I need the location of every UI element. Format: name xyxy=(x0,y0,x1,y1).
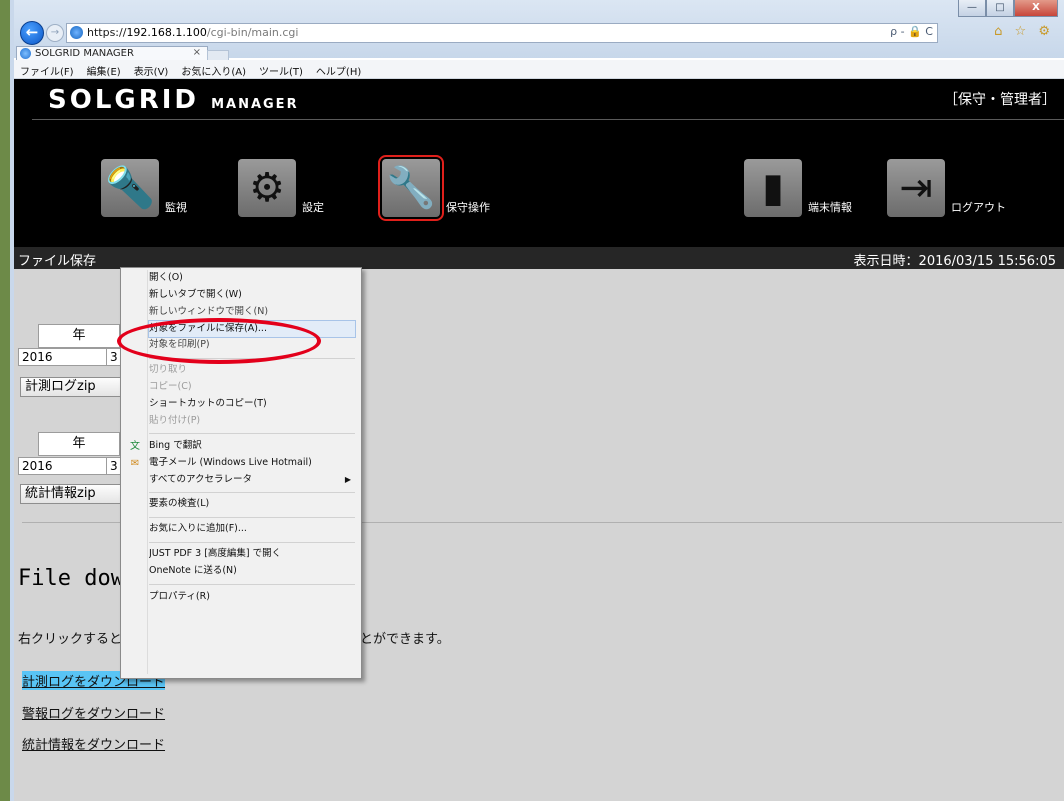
close-window-button[interactable]: X xyxy=(1014,0,1058,17)
navigation-bar: ← → https://192.168.1.100/cgi-bin/main.c… xyxy=(16,20,1064,46)
forward-button[interactable]: → xyxy=(46,24,64,42)
submenu-arrow-icon: ▶ xyxy=(344,475,351,484)
maximize-button[interactable]: □ xyxy=(986,0,1014,17)
ie-page-icon xyxy=(70,26,83,39)
menu-separator xyxy=(149,517,355,518)
address-scheme: https:// xyxy=(87,26,127,39)
address-text: https://192.168.1.100/cgi-bin/main.cgi xyxy=(87,26,298,39)
logo-sub: MANAGER xyxy=(211,97,299,112)
instruction-text: 右クリックすると xyxy=(18,632,123,647)
ctx-bing-translate[interactable]: Bing で翻訳 xyxy=(149,438,355,454)
display-time: 表示日時：2016/03/15 15:56:05 xyxy=(853,254,1056,269)
menu-view[interactable]: 表示(V) xyxy=(128,60,176,78)
tab-favicon-icon xyxy=(20,48,31,59)
ctx-all-accelerators-label: すべてのアクセラレータ xyxy=(149,474,252,485)
window-controls: — □ X xyxy=(958,0,1058,17)
year-input[interactable]: 2016 xyxy=(18,457,107,475)
menu-help[interactable]: ヘルプ(H) xyxy=(310,60,368,78)
nav-monitor-label: 監視 xyxy=(165,201,187,214)
ctx-email[interactable]: 電子メール (Windows Live Hotmail) xyxy=(149,455,355,471)
menu-separator xyxy=(149,542,355,543)
ctx-open[interactable]: 開く(O) xyxy=(149,270,355,286)
page-title: ファイル保存 xyxy=(18,254,97,269)
year-header: 年 xyxy=(38,432,120,456)
nav-maintenance-label: 保守操作 xyxy=(446,201,490,214)
ctx-onenote[interactable]: OneNote に送る(N) xyxy=(149,563,355,579)
statistics-download-link[interactable]: 統計情報をダウンロード xyxy=(22,734,165,753)
flashlight-icon: 🔦 xyxy=(101,159,159,217)
nav-settings-label: 設定 xyxy=(302,201,324,214)
solgrid-logo: SOLGRID MANAGER xyxy=(48,85,299,115)
measure-log-zip-button[interactable]: 計測ログzip xyxy=(20,377,130,397)
nav-terminal-info-label: 端末情報 xyxy=(808,201,852,214)
desktop-edge xyxy=(0,0,14,801)
menu-separator xyxy=(149,433,355,434)
address-bar[interactable]: https://192.168.1.100/cgi-bin/main.cgi ρ… xyxy=(66,23,938,43)
role-label: ［保守・管理者］ xyxy=(944,92,1056,108)
address-search-lock-refresh-icons[interactable]: ρ - 🔒 C xyxy=(890,25,933,38)
menu-file[interactable]: ファイル(F) xyxy=(14,60,81,78)
browser-menu-bar: ファイル(F) 編集(E) 表示(V) お気に入り(A) ツール(T) ヘルプ(… xyxy=(14,60,1064,79)
terminal-device-icon: ▮ xyxy=(744,159,802,217)
statistics-zip-button[interactable]: 統計情報zip xyxy=(20,484,130,504)
wrench-screwdriver-icon: 🔧 xyxy=(378,155,444,221)
menu-edit[interactable]: 編集(E) xyxy=(81,60,128,78)
back-button[interactable]: ← xyxy=(20,21,44,45)
year-input[interactable]: 2016 xyxy=(18,348,107,366)
home-favorites-settings-icons[interactable]: ⌂ ☆ ⚙ xyxy=(994,24,1054,39)
year-header: 年 xyxy=(38,324,120,348)
email-icon: ✉ xyxy=(130,458,140,469)
browser-tab[interactable]: SOLGRID MANAGER × xyxy=(16,46,208,61)
address-path: /cgi-bin/main.cgi xyxy=(206,26,299,39)
alarm-log-download-link[interactable]: 警報ログをダウンロード xyxy=(22,703,165,722)
minimize-button[interactable]: — xyxy=(958,0,986,17)
menu-favorites[interactable]: お気に入り(A) xyxy=(175,60,253,78)
menu-separator xyxy=(149,584,355,585)
ctx-inspect-element[interactable]: 要素の検査(L) xyxy=(149,496,355,512)
page-status-bar: ファイル保存 表示日時：2016/03/15 15:56:05 xyxy=(14,247,1064,269)
logout-door-icon: ⇥ xyxy=(887,159,945,217)
instruction-text-tail: とができます。 xyxy=(360,632,450,647)
ctx-just-pdf[interactable]: JUST PDF 3 [高度編集] で開く xyxy=(149,546,355,562)
ctx-properties[interactable]: プロパティ(R) xyxy=(149,589,355,605)
ctx-open-new-window[interactable]: 新しいウィンドウで開く(N) xyxy=(149,304,355,320)
ctx-add-to-favorites[interactable]: お気に入りに追加(F)... xyxy=(149,521,355,537)
header-divider xyxy=(32,119,1064,120)
nav-maintenance[interactable]: 🔧 保守操作 xyxy=(378,155,490,221)
ctx-open-new-tab[interactable]: 新しいタブで開く(W) xyxy=(149,287,355,303)
nav-logout-label: ログアウト xyxy=(951,201,1006,214)
nav-terminal-info[interactable]: ▮ 端末情報 xyxy=(744,159,852,217)
ctx-copy-shortcut[interactable]: ショートカットのコピー(T) xyxy=(149,396,355,412)
ctx-all-accelerators[interactable]: すべてのアクセラレータ ▶ xyxy=(149,472,355,488)
app-header: SOLGRID MANAGER ［保守・管理者］ 🔦 監視 ⚙ 設定 🔧 保守操… xyxy=(14,79,1064,247)
address-host: 192.168.1.100 xyxy=(126,26,207,39)
nav-settings[interactable]: ⚙ 設定 xyxy=(238,159,324,217)
menu-tools[interactable]: ツール(T) xyxy=(253,60,310,78)
ctx-paste: 貼り付け(P) xyxy=(149,415,201,426)
ctx-cut: 切り取り xyxy=(149,364,188,375)
nav-monitor[interactable]: 🔦 監視 xyxy=(101,159,187,217)
logo-main: SOLGRID xyxy=(48,85,200,115)
gear-icon: ⚙ xyxy=(238,159,296,217)
menu-separator xyxy=(149,492,355,493)
tab-close-icon[interactable]: × xyxy=(193,47,201,58)
tab-title: SOLGRID MANAGER xyxy=(35,48,134,59)
nav-logout[interactable]: ⇥ ログアウト xyxy=(887,159,1006,217)
annotation-highlight-ellipse xyxy=(117,318,321,364)
ctx-copy: コピー(C) xyxy=(149,381,192,392)
bing-translate-icon: 文 xyxy=(130,441,140,452)
